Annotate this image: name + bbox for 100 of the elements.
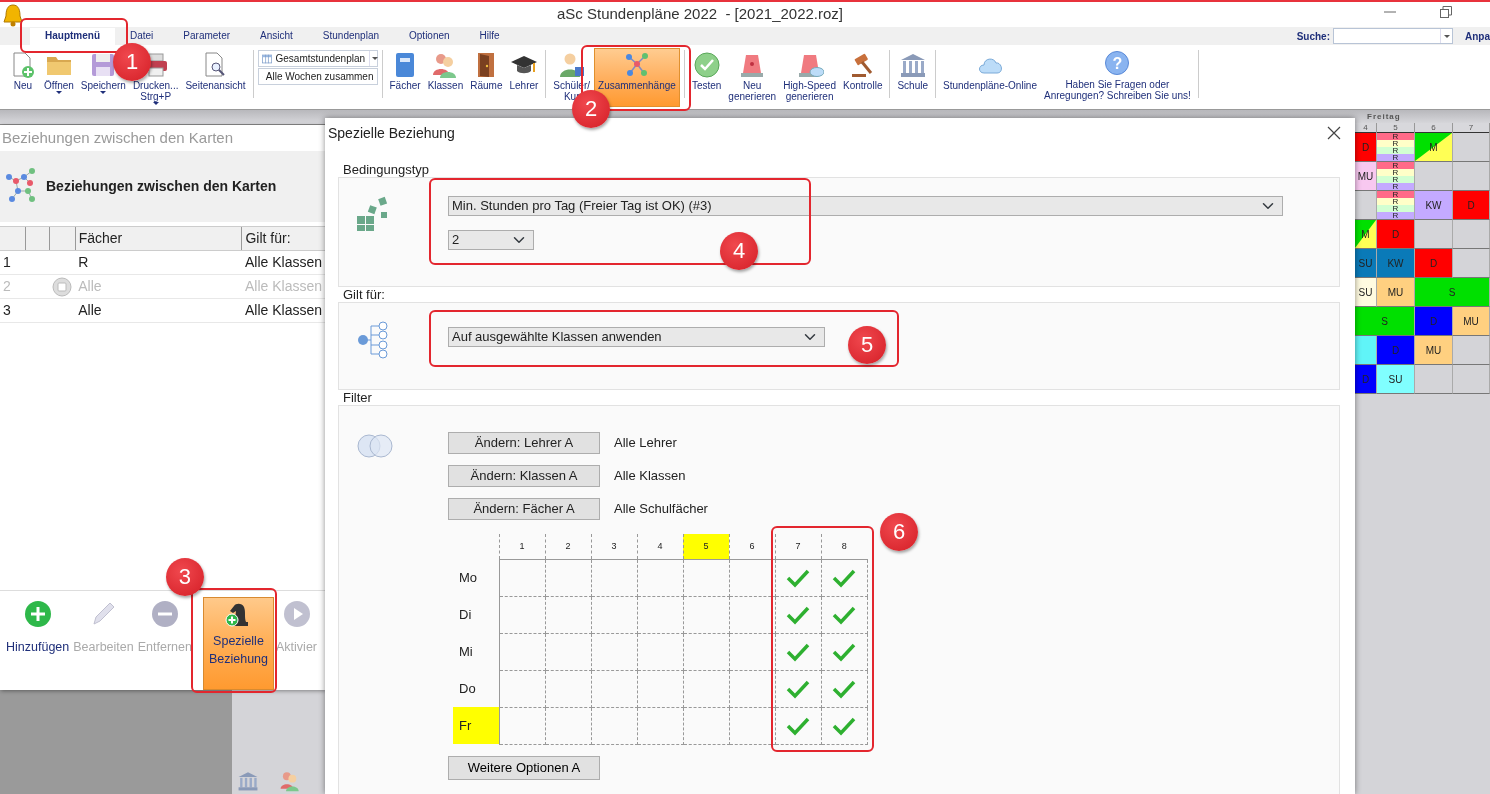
grid-cell[interactable] [775, 670, 821, 707]
ribbon-button[interactable]: ? Haben Sie Fragen oder Anregungen? Schreiben Sie uns! [1041, 50, 1194, 102]
grid-cell[interactable] [821, 559, 867, 596]
menu-tab[interactable]: Hilfe [464, 28, 515, 45]
grid-cell[interactable] [545, 559, 591, 596]
condition-type-dropdown[interactable]: Min. Stunden pro Tag (Freier Tag ist OK) (#3) [448, 196, 1283, 216]
ribbon-button[interactable]: Schule [894, 50, 931, 92]
grid-cell[interactable] [499, 670, 545, 707]
table-row[interactable]: 1 R Alle Klassen [0, 250, 325, 275]
grid-cell[interactable] [683, 670, 729, 707]
ribbon-button[interactable]: Stundenpläne-Online [940, 50, 1040, 92]
grid-cell[interactable] [683, 707, 729, 744]
lesson-card[interactable]: D [1355, 133, 1377, 162]
view-selector[interactable]: Gesamtstundenplan [257, 50, 378, 67]
filter-button[interactable]: Ändern: Fächer A [448, 498, 600, 520]
grid-cell[interactable] [591, 596, 637, 633]
close-button[interactable] [1327, 126, 1341, 140]
grid-cell[interactable] [591, 559, 637, 596]
lesson-card[interactable]: SU [1377, 365, 1415, 394]
lesson-card[interactable]: R [1377, 147, 1414, 154]
lesson-card[interactable]: R [1377, 191, 1414, 198]
grid-cell[interactable] [637, 707, 683, 744]
lesson-card[interactable]: R [1377, 176, 1414, 183]
lesson-card[interactable]: KW [1377, 249, 1415, 278]
lesson-card[interactable]: R [1377, 154, 1414, 161]
grid-cell[interactable] [637, 670, 683, 707]
grid-cell[interactable] [775, 596, 821, 633]
grid-cell[interactable] [821, 707, 867, 744]
toolbar-button[interactable]: Hinzufügen [4, 597, 72, 690]
lesson-card[interactable]: S [1355, 307, 1415, 336]
ribbon-button[interactable]: Testen [688, 50, 725, 92]
grid-cell[interactable] [729, 559, 775, 596]
grid-cell[interactable] [821, 670, 867, 707]
ribbon-button[interactable]: Fächer [386, 50, 424, 92]
grid-cell[interactable] [775, 707, 821, 744]
ribbon-button[interactable]: Neu [6, 50, 40, 92]
grid-cell[interactable] [637, 559, 683, 596]
lesson-card[interactable]: KW [1415, 191, 1453, 220]
grid-cell[interactable] [775, 633, 821, 670]
ribbon-button[interactable]: Klassen [424, 50, 467, 92]
applies-to-dropdown[interactable]: Auf ausgewählte Klassen anwenden [448, 327, 825, 347]
grid-cell[interactable] [499, 633, 545, 670]
menu-tab[interactable]: Hauptmenü [30, 28, 115, 45]
count-dropdown[interactable]: 2 [448, 230, 534, 250]
grid-cell[interactable] [683, 596, 729, 633]
ribbon-button[interactable]: Seitenansicht [182, 50, 249, 92]
grid-cell[interactable] [545, 670, 591, 707]
lesson-card[interactable]: D [1415, 249, 1453, 278]
ribbon-button[interactable]: High-Speed generieren [780, 50, 839, 103]
grid-cell[interactable] [637, 596, 683, 633]
ribbon-button[interactable]: Lehrer [506, 50, 542, 92]
more-options-button[interactable]: Weitere Optionen A [448, 755, 600, 780]
lesson-card[interactable]: S [1415, 278, 1490, 307]
grid-cell[interactable] [499, 596, 545, 633]
lesson-card[interactable]: R [1377, 205, 1414, 212]
lesson-card[interactable]: R [1377, 198, 1414, 205]
toolbar-button[interactable]: Spezielle Beziehung [202, 597, 274, 690]
grid-cell[interactable] [591, 670, 637, 707]
ribbon-button[interactable]: Neu generieren [725, 50, 780, 103]
lesson-card[interactable]: R [1377, 212, 1414, 219]
grid-cell[interactable] [591, 633, 637, 670]
grid-cell[interactable] [683, 633, 729, 670]
grid-cell[interactable] [683, 559, 729, 596]
grid-cell[interactable] [637, 633, 683, 670]
menu-tab[interactable]: Parameter [168, 28, 246, 45]
grid-cell[interactable] [591, 707, 637, 744]
lesson-card[interactable]: R [1377, 133, 1414, 140]
lesson-card[interactable]: MU [1355, 162, 1377, 191]
grid-cell[interactable] [821, 633, 867, 670]
menu-tab[interactable]: Datei [115, 28, 169, 45]
lesson-card[interactable]: R [1377, 140, 1414, 147]
lesson-card[interactable]: R [1377, 169, 1414, 176]
lesson-card[interactable]: SU [1355, 278, 1377, 307]
lesson-card[interactable]: MU [1415, 336, 1453, 365]
lesson-card[interactable]: R [1377, 183, 1414, 190]
ribbon-button[interactable]: Räume [467, 50, 506, 92]
grid-cell[interactable] [729, 670, 775, 707]
week-option[interactable]: Alle Wochen zusammen [257, 68, 378, 85]
grid-cell[interactable] [499, 559, 545, 596]
grid-cell[interactable] [775, 559, 821, 596]
grid-cell[interactable] [545, 633, 591, 670]
lesson-card[interactable]: R [1377, 162, 1414, 169]
lesson-card[interactable] [1355, 336, 1377, 365]
grid-cell[interactable] [729, 596, 775, 633]
menu-tab[interactable]: Optionen [394, 28, 465, 45]
table-row[interactable]: 3 Alle Alle Klassen [0, 298, 325, 323]
ribbon-button[interactable]: Kontrolle [839, 50, 886, 92]
grid-cell[interactable] [729, 707, 775, 744]
grid-cell[interactable] [545, 596, 591, 633]
grid-cell[interactable] [499, 707, 545, 744]
lesson-card[interactable]: D [1377, 220, 1415, 249]
lesson-card[interactable]: MU [1377, 278, 1415, 307]
lesson-card[interactable]: D [1453, 191, 1490, 220]
menu-tab[interactable]: Ansicht [245, 28, 308, 45]
lesson-card[interactable]: MU [1453, 307, 1490, 336]
grid-cell[interactable] [545, 707, 591, 744]
menu-tab[interactable]: Stundenplan [307, 28, 394, 45]
filter-button[interactable]: Ändern: Klassen A [448, 465, 600, 487]
search-field[interactable] [1333, 28, 1453, 44]
ribbon-button[interactable]: Öffnen [41, 50, 77, 98]
